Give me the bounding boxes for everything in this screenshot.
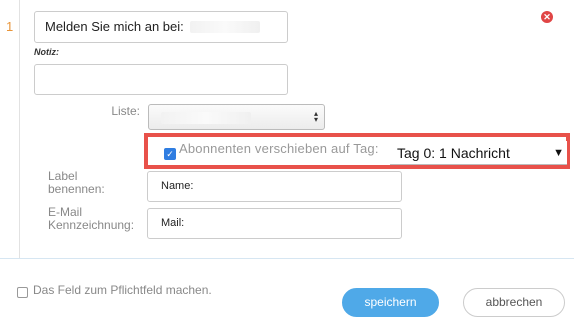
email-label-input[interactable]: Mail:: [147, 208, 402, 239]
subject-text: Melden Sie mich an bei:: [45, 19, 184, 34]
label-name-caption: Label benennen:: [48, 169, 105, 196]
subject-field[interactable]: Melden Sie mich an bei:: [34, 11, 288, 43]
step-number: 1: [6, 19, 14, 34]
cancel-button[interactable]: abbrechen: [463, 288, 565, 317]
tag-select[interactable]: Tag 0: 1 Nachricht ▼: [390, 141, 567, 165]
save-button[interactable]: speichern: [342, 288, 439, 317]
close-icon[interactable]: ✕: [541, 11, 553, 23]
redacted-text: [189, 21, 260, 33]
move-subscribers-label: Abonnenten verschieben auf Tag:: [179, 141, 379, 156]
move-subscribers-checkbox[interactable]: ✓: [164, 148, 176, 160]
liste-select[interactable]: ▴ ▾: [148, 104, 325, 130]
footer-divider: [0, 258, 574, 259]
name-label-input[interactable]: Name:: [147, 171, 402, 202]
required-field-label: Das Feld zum Pflichtfeld machen.: [33, 283, 212, 297]
step-divider: [19, 0, 20, 258]
notiz-input[interactable]: [34, 64, 288, 95]
chevron-down-icon: ▼: [553, 147, 564, 159]
tag-select-value: Tag 0: 1 Nachricht: [397, 145, 510, 161]
liste-label: Liste:: [111, 104, 140, 118]
redacted-list-name: [161, 112, 251, 124]
email-caption: E-Mail Kennzeichnung:: [48, 205, 135, 232]
select-arrows-icon: ▴ ▾: [313, 109, 318, 124]
notiz-label: Notiz:: [34, 47, 59, 57]
required-field-checkbox[interactable]: [17, 287, 28, 298]
